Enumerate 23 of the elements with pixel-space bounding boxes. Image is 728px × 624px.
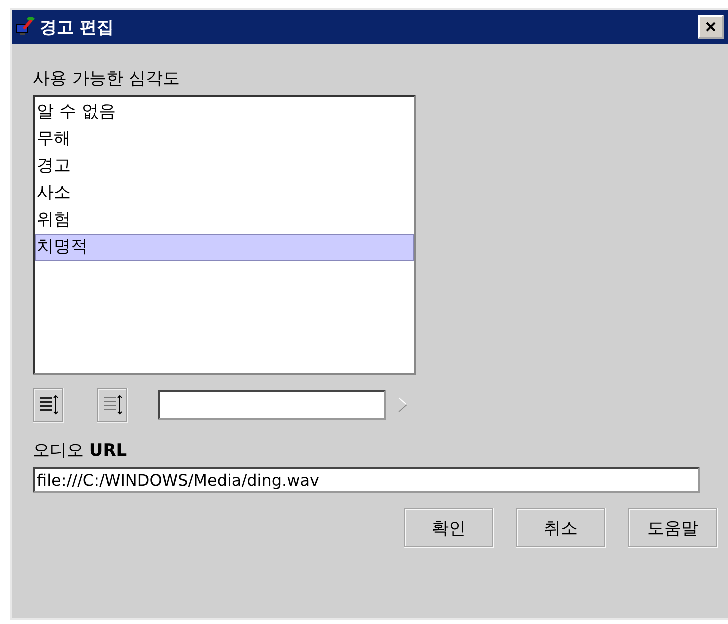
list-item[interactable]: 위험 bbox=[35, 207, 414, 234]
list-item[interactable]: 사소 bbox=[35, 180, 414, 207]
list-item[interactable]: 무해 bbox=[35, 126, 414, 153]
list-item[interactable]: 알 수 없음 bbox=[35, 99, 414, 126]
arrow-icon bbox=[398, 397, 408, 413]
url-label: 오디오 URL bbox=[33, 440, 128, 461]
close-button[interactable] bbox=[698, 15, 724, 39]
url-field[interactable]: file:///C:/WINDOWS/Media/ding.wav bbox=[33, 467, 700, 493]
list-label: 사용 가능한 심각도 bbox=[33, 68, 181, 89]
list-item[interactable]: 경고 bbox=[35, 153, 414, 180]
ok-button[interactable]: 확인 bbox=[404, 508, 494, 548]
list-lines-icon bbox=[102, 394, 124, 416]
input-field[interactable] bbox=[158, 390, 386, 420]
close-icon bbox=[706, 22, 716, 32]
severity-list[interactable]: 알 수 없음 무해 경고 사소 위험 치명적 bbox=[33, 95, 416, 375]
sort-button[interactable] bbox=[97, 388, 128, 422]
app-icon bbox=[16, 17, 36, 37]
list-lines-icon bbox=[38, 394, 60, 416]
sort-button[interactable] bbox=[33, 388, 64, 422]
window-title: 경고 편집 bbox=[40, 16, 115, 38]
help-button[interactable]: 도움말 bbox=[628, 508, 718, 548]
cancel-button[interactable]: 취소 bbox=[516, 508, 606, 548]
list-item[interactable]: 치명적 bbox=[35, 234, 414, 261]
